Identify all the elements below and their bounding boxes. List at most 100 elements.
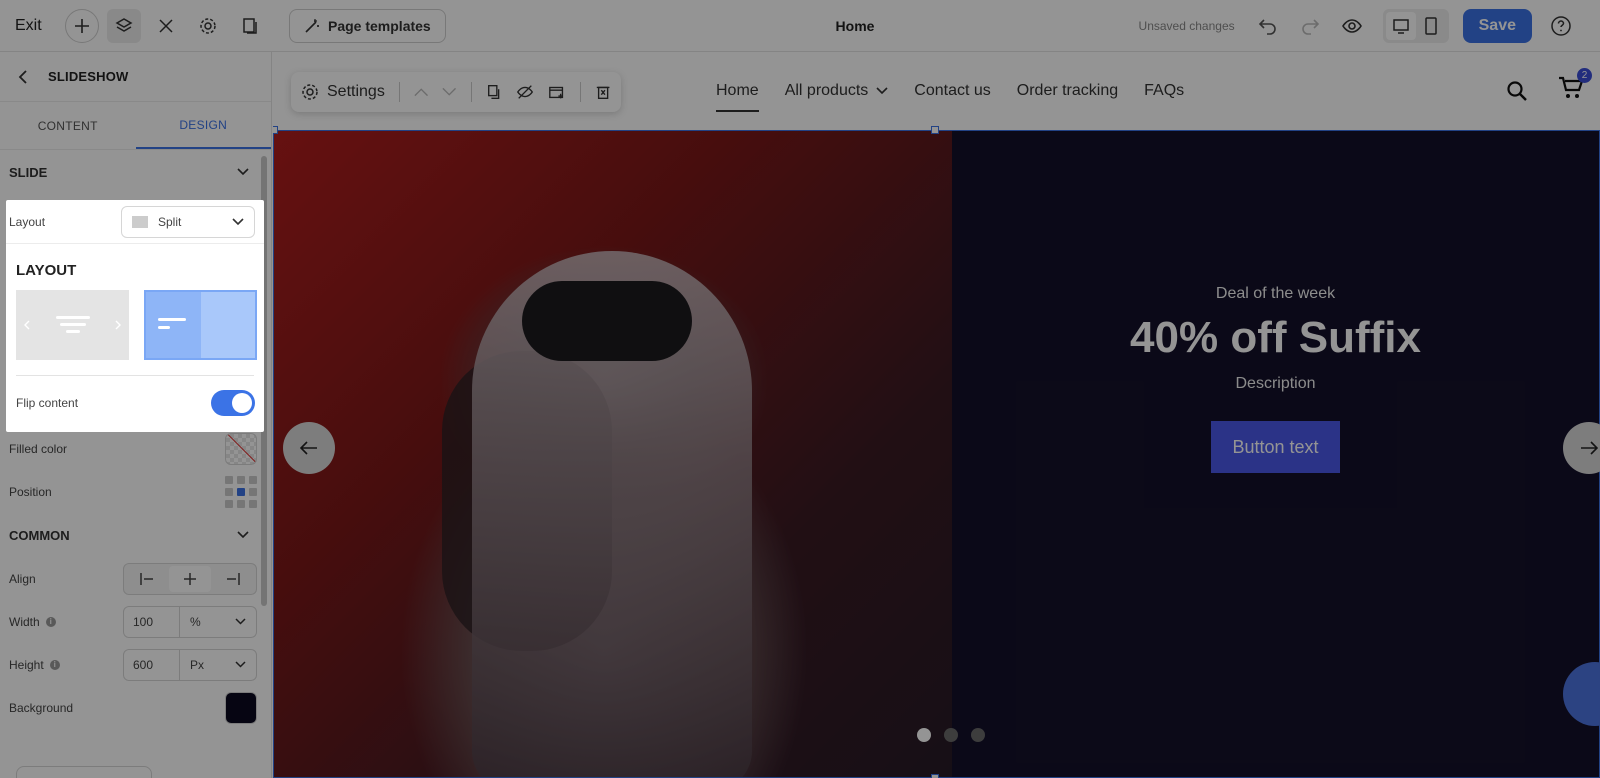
hide-icon[interactable] [516, 83, 534, 101]
background-label: Background [9, 700, 74, 715]
back-button[interactable] [18, 69, 28, 84]
slide-prev-button[interactable] [283, 422, 335, 474]
resize-handle[interactable] [931, 126, 939, 134]
pagination-dot[interactable] [971, 728, 985, 742]
height-value-field[interactable]: 600 [124, 649, 180, 680]
align-left-button[interactable] [126, 566, 169, 592]
width-row: Width i 100 % [0, 600, 271, 643]
desktop-icon [1392, 19, 1409, 34]
chevron-down-icon [232, 217, 244, 225]
help-button[interactable] [1546, 11, 1576, 41]
slide-cta-button[interactable]: Button text [1211, 421, 1340, 473]
resize-handle[interactable] [931, 774, 939, 778]
nav-order-tracking[interactable]: Order tracking [1017, 82, 1118, 100]
gear-icon [200, 17, 216, 34]
save-section-icon[interactable] [548, 83, 566, 101]
settings-button[interactable] [191, 9, 225, 43]
divider [579, 82, 581, 102]
chevron-down-icon[interactable] [442, 87, 457, 97]
exit-button[interactable]: Exit [15, 17, 55, 35]
height-label: Height [9, 657, 44, 672]
width-unit-value: % [190, 614, 201, 629]
chevron-left-icon [18, 69, 27, 84]
background-color-swatch[interactable] [225, 691, 257, 724]
tools-icon [159, 18, 173, 33]
chevron-down-icon [235, 618, 246, 625]
duplicate-icon[interactable] [486, 83, 502, 101]
layout-option-split[interactable] [144, 290, 257, 360]
pagination-dot[interactable] [944, 728, 958, 742]
slide-description[interactable]: Description [1235, 375, 1315, 393]
slide-headline[interactable]: 40% off Suffix [1130, 313, 1421, 363]
slide-section-header[interactable]: SLIDE [0, 150, 271, 194]
common-section-header[interactable]: COMMON [0, 513, 271, 557]
chevron-up-icon[interactable] [414, 87, 428, 97]
flip-content-toggle[interactable] [211, 390, 255, 416]
align-left-icon [140, 572, 154, 585]
layout-option-slide[interactable] [16, 290, 129, 360]
page-canvas: Home All products Contact us Order track… [273, 52, 1600, 778]
panel-bottom-button[interactable] [16, 766, 152, 778]
resize-handle[interactable] [273, 126, 278, 134]
layout-select[interactable]: Split [121, 205, 255, 238]
layout-select-value: Split [158, 214, 182, 229]
layers-button[interactable] [107, 8, 141, 43]
slide-eyebrow[interactable]: Deal of the week [1216, 285, 1335, 303]
height-unit-value: Px [190, 657, 205, 672]
height-row: Height i 600 Px [0, 643, 271, 686]
nav-contact-us[interactable]: Contact us [914, 82, 990, 100]
pages-button[interactable] [233, 9, 267, 43]
store-actions: 2 [1506, 68, 1592, 105]
align-right-button[interactable] [211, 566, 254, 592]
height-unit-select[interactable]: Px [180, 650, 256, 680]
nav-all-products[interactable]: All products [785, 82, 889, 100]
mobile-view-button[interactable] [1416, 12, 1446, 40]
add-element-button[interactable] [65, 8, 99, 43]
align-label: Align [9, 571, 36, 586]
save-button[interactable]: Save [1462, 9, 1532, 43]
split-half [146, 292, 201, 358]
slideshow-section[interactable]: Deal of the week 40% off Suffix Descript… [273, 130, 1600, 778]
nav-faqs[interactable]: FAQs [1144, 82, 1184, 100]
slide-image-headset [522, 281, 692, 361]
position-row: Position [0, 470, 271, 513]
chevron-down-icon [235, 661, 246, 668]
align-center-button[interactable] [168, 565, 212, 592]
gear-icon [302, 84, 318, 100]
chevron-down-icon [237, 531, 249, 539]
filled-color-swatch[interactable] [225, 432, 257, 465]
layers-icon [115, 17, 133, 32]
pagination-dot[interactable] [917, 728, 931, 742]
width-unit-select[interactable]: % [180, 607, 256, 637]
arrow-right-icon [1581, 441, 1598, 455]
width-value-field[interactable]: 100 [124, 606, 180, 637]
filled-color-label: Filled color [9, 441, 68, 456]
tab-design[interactable]: DESIGN [135, 102, 271, 149]
flip-content-row: Flip content [6, 376, 264, 416]
redo-button[interactable] [1295, 11, 1325, 41]
device-toggle [1382, 9, 1449, 43]
tools-button[interactable] [149, 9, 183, 43]
position-picker[interactable] [225, 475, 257, 508]
page-templates-button[interactable]: Page templates [289, 8, 446, 43]
section-settings-button[interactable]: Settings [301, 83, 385, 101]
help-icon [1551, 16, 1571, 36]
tab-content[interactable]: CONTENT [0, 102, 136, 149]
undo-button[interactable] [1253, 11, 1283, 41]
preview-button[interactable] [1337, 11, 1367, 41]
page-templates-label: Page templates [328, 17, 431, 34]
align-row: Align [0, 557, 271, 600]
chevron-right-icon [115, 320, 121, 330]
cart-button[interactable]: 2 [1558, 68, 1592, 105]
plus-icon [75, 18, 89, 33]
search-icon[interactable] [1506, 80, 1528, 102]
slide-pagination [917, 728, 985, 742]
width-input: 100 % [123, 605, 257, 638]
desktop-view-button[interactable] [1385, 12, 1416, 40]
magic-wand-icon [305, 18, 319, 33]
delete-icon[interactable] [595, 83, 611, 101]
chevron-down-icon [876, 87, 888, 95]
panel-title: SLIDESHOW [48, 69, 129, 84]
nav-home[interactable]: Home [716, 82, 759, 112]
flip-content-label: Flip content [16, 396, 79, 410]
